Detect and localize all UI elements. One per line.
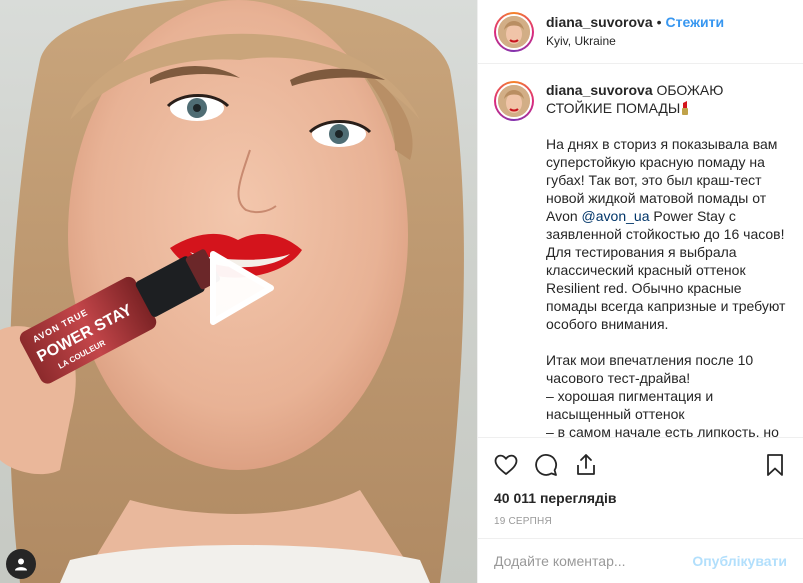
heart-icon [494, 454, 518, 475]
comment-button[interactable] [534, 445, 574, 485]
post-sidebar: diana_suvorova • Стежити Kyiv, Ukraine dia… [477, 0, 803, 583]
avatar-photo [498, 85, 530, 117]
view-count[interactable]: 40 011 переглядів [494, 490, 787, 506]
post-media-video[interactable]: AVON TRUE POWER STAY LA COULEUR [0, 0, 477, 583]
share-icon [577, 454, 595, 475]
separator-dot: • [656, 14, 662, 30]
post-date[interactable]: 19 серпня [494, 516, 787, 527]
post-location[interactable]: Kyiv, Ukraine [546, 32, 724, 50]
mention-link[interactable]: @avon_ua [582, 208, 650, 224]
tagged-users-button[interactable] [6, 549, 36, 579]
publish-button[interactable]: Опублікувати [692, 553, 787, 569]
play-button[interactable] [199, 248, 279, 328]
caption-scroll-area[interactable]: diana_suvorova ОБОЖАЮ СТОЙКИЕ ПОМАДЫ На … [478, 65, 803, 437]
caption-text: diana_suvorova ОБОЖАЮ СТОЙКИЕ ПОМАДЫ На … [546, 81, 787, 437]
share-button[interactable] [574, 445, 614, 485]
author-username[interactable]: diana_suvorova [546, 14, 653, 30]
post-actions: 40 011 переглядів 19 серпня [478, 437, 803, 537]
user-icon [15, 558, 27, 571]
author-avatar[interactable] [494, 11, 534, 52]
lipstick-emoji-icon [682, 101, 689, 115]
caption-paragraph-1-text-cont: Power Stay с заявленной стойкостью до 16… [546, 208, 786, 332]
comment-icon [535, 454, 557, 476]
caption-paragraph-1: На днях в сториз я показывала вам суперс… [546, 135, 787, 333]
caption-paragraph-2: Итак мои впечатления после 10 часового т… [546, 352, 779, 437]
like-button[interactable] [494, 445, 534, 485]
add-comment-bar: Опублікувати [478, 538, 803, 583]
caption-title-line: diana_suvorova ОБОЖАЮ СТОЙКИЕ ПОМАДЫ [546, 81, 787, 117]
avatar-photo [498, 15, 530, 48]
caption-username[interactable]: diana_suvorova [546, 82, 653, 98]
comment-input[interactable] [494, 553, 693, 569]
play-icon [210, 251, 274, 325]
save-button[interactable] [747, 445, 787, 485]
bookmark-icon [767, 454, 783, 476]
caption-author-avatar[interactable] [494, 81, 534, 121]
post-header: diana_suvorova • Стежити Kyiv, Ukraine [478, 0, 803, 64]
follow-button[interactable]: Стежити [666, 14, 725, 30]
caption-comment: diana_suvorova ОБОЖАЮ СТОЙКИЕ ПОМАДЫ На … [494, 81, 787, 437]
